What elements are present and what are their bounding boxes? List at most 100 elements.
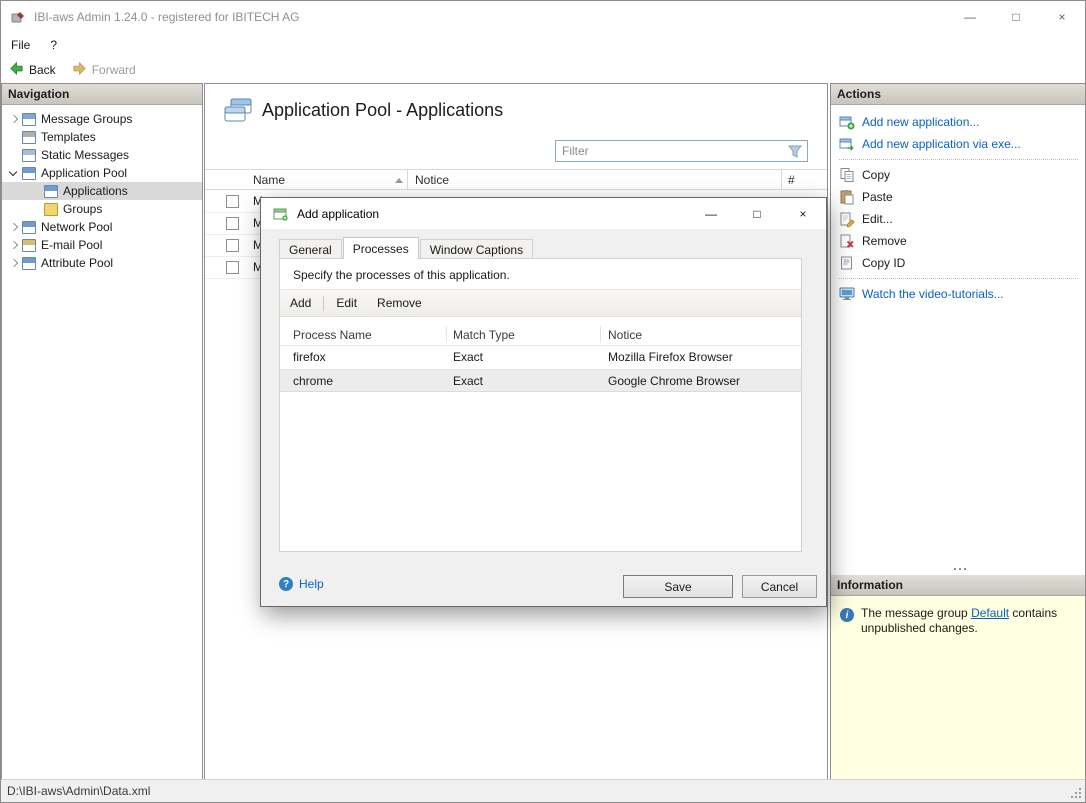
menu-file[interactable]: File — [1, 34, 40, 55]
sidebar-item-static-messages[interactable]: Static Messages — [2, 146, 202, 164]
action-label: Edit... — [862, 212, 893, 226]
tree-item-label: Applications — [63, 184, 128, 198]
forward-arrow-icon — [72, 61, 87, 79]
row-checkbox[interactable] — [226, 195, 239, 208]
notice-cell: Google Chrome Browser — [608, 374, 740, 388]
row-checkbox[interactable] — [226, 261, 239, 274]
minimize-button[interactable]: — — [947, 1, 993, 32]
column-divider[interactable] — [407, 170, 408, 189]
action-copy[interactable]: Copy — [831, 164, 1086, 186]
close-button[interactable]: × — [1039, 1, 1085, 32]
chevron-right-icon[interactable] — [6, 236, 22, 254]
actions-divider — [839, 159, 1078, 160]
tree-item-label: Message Groups — [41, 112, 132, 126]
column-divider[interactable] — [781, 170, 782, 189]
dialog-close-button[interactable]: × — [780, 198, 826, 229]
add-application-dialog: Add application — □ × General Processes … — [260, 197, 827, 607]
remove-process-button[interactable]: Remove — [367, 292, 432, 314]
tab-general[interactable]: General — [279, 239, 342, 259]
sidebar-item-application-pool[interactable]: Application Pool — [2, 164, 202, 182]
action-label: Paste — [862, 190, 893, 204]
column-divider[interactable] — [446, 326, 447, 343]
dialog-minimize-button[interactable]: — — [688, 198, 734, 229]
back-button[interactable]: Back — [9, 61, 56, 79]
network-pool-icon — [22, 221, 36, 234]
action-label: Add new application... — [862, 115, 979, 129]
window-title: IBI-aws Admin 1.24.0 - registered for IB… — [34, 10, 299, 24]
help-link[interactable]: Help — [279, 577, 324, 591]
action-edit[interactable]: Edit... — [831, 208, 1086, 230]
tab-window-captions[interactable]: Window Captions — [420, 239, 533, 259]
chevron-down-icon[interactable] — [6, 164, 22, 182]
action-label: Remove — [862, 234, 907, 248]
filter-funnel-icon[interactable] — [783, 141, 807, 161]
process-row-firefox[interactable]: firefox Exact Mozilla Firefox Browser — [280, 346, 801, 369]
titlebar[interactable]: IBI-aws Admin 1.24.0 - registered for IB… — [1, 1, 1085, 32]
column-header-match-type[interactable]: Match Type — [453, 324, 515, 346]
nav-toolbar: Back Forward — [1, 57, 136, 82]
actions-panel: Actions Add new application... Add new a… — [830, 83, 1086, 781]
filter-box — [555, 140, 808, 162]
column-header-name[interactable]: Name — [253, 170, 285, 190]
column-header-notice[interactable]: Notice — [608, 324, 642, 346]
add-process-button[interactable]: Add — [280, 292, 321, 314]
row-checkbox[interactable] — [226, 239, 239, 252]
back-label: Back — [29, 63, 56, 77]
page-title: Application Pool - Applications — [262, 100, 503, 121]
action-watch-video-tutorials[interactable]: Watch the video-tutorials... — [831, 283, 1086, 305]
action-remove[interactable]: Remove — [831, 230, 1086, 252]
cancel-button[interactable]: Cancel — [742, 575, 817, 598]
processes-description: Specify the processes of this applicatio… — [293, 268, 510, 282]
menu-help[interactable]: ? — [40, 34, 67, 55]
dialog-tabstrip: General Processes Window Captions — [279, 237, 534, 259]
chevron-right-icon[interactable] — [6, 218, 22, 236]
action-add-new-application-via-exe[interactable]: Add new application via exe... — [831, 133, 1086, 155]
sidebar-item-applications[interactable]: Applications — [2, 182, 202, 200]
sort-ascending-icon — [395, 178, 403, 183]
sidebar-item-network-pool[interactable]: Network Pool — [2, 218, 202, 236]
default-message-group-link[interactable]: Default — [971, 606, 1009, 620]
panel-splitter[interactable] — [831, 562, 1086, 575]
action-label: Watch the video-tutorials... — [862, 287, 1004, 301]
tree-item-label: Templates — [41, 130, 96, 144]
sidebar-item-templates[interactable]: Templates — [2, 128, 202, 146]
action-paste[interactable]: Paste — [831, 186, 1086, 208]
add-application-icon — [272, 206, 288, 222]
column-header-count[interactable]: # — [788, 170, 795, 190]
add-new-application-via-exe-icon — [839, 136, 855, 152]
information-panel: The message group Default contains unpub… — [831, 596, 1086, 780]
copy-id-icon — [839, 255, 855, 271]
sidebar-item-attribute-pool[interactable]: Attribute Pool — [2, 254, 202, 272]
chevron-placeholder — [28, 200, 44, 218]
edit-process-button[interactable]: Edit — [326, 292, 367, 314]
sidebar-item-groups[interactable]: Groups — [2, 200, 202, 218]
application-pool-icon — [22, 167, 36, 180]
action-copy-id[interactable]: Copy ID — [831, 252, 1086, 274]
chevron-right-icon[interactable] — [6, 110, 22, 128]
forward-button[interactable]: Forward — [72, 61, 136, 79]
resize-grip[interactable] — [1071, 788, 1081, 798]
action-label: Add new application via exe... — [862, 137, 1021, 151]
applications-icon — [44, 185, 58, 198]
attribute-pool-icon — [22, 257, 36, 270]
info-message-prefix: The message group — [861, 606, 971, 620]
row-checkbox[interactable] — [226, 217, 239, 230]
dialog-maximize-button[interactable]: □ — [734, 198, 780, 229]
tree-item-label: Application Pool — [41, 166, 127, 180]
sidebar-item-email-pool[interactable]: E-mail Pool — [2, 236, 202, 254]
tab-processes[interactable]: Processes — [343, 237, 419, 259]
column-header-process-name[interactable]: Process Name — [293, 324, 372, 346]
filter-input[interactable] — [556, 144, 783, 158]
column-divider[interactable] — [600, 326, 601, 343]
dialog-titlebar[interactable]: Add application — □ × — [261, 198, 826, 229]
action-add-new-application[interactable]: Add new application... — [831, 111, 1086, 133]
sidebar-item-message-groups[interactable]: Message Groups — [2, 110, 202, 128]
maximize-button[interactable]: □ — [993, 1, 1039, 32]
chevron-placeholder — [6, 146, 22, 164]
processes-toolbar: Add Edit Remove — [280, 289, 801, 317]
save-button[interactable]: Save — [623, 575, 733, 598]
column-header-notice[interactable]: Notice — [415, 170, 449, 190]
toolbar-separator — [323, 296, 324, 311]
chevron-right-icon[interactable] — [6, 254, 22, 272]
process-row-chrome[interactable]: chrome Exact Google Chrome Browser — [280, 369, 801, 392]
